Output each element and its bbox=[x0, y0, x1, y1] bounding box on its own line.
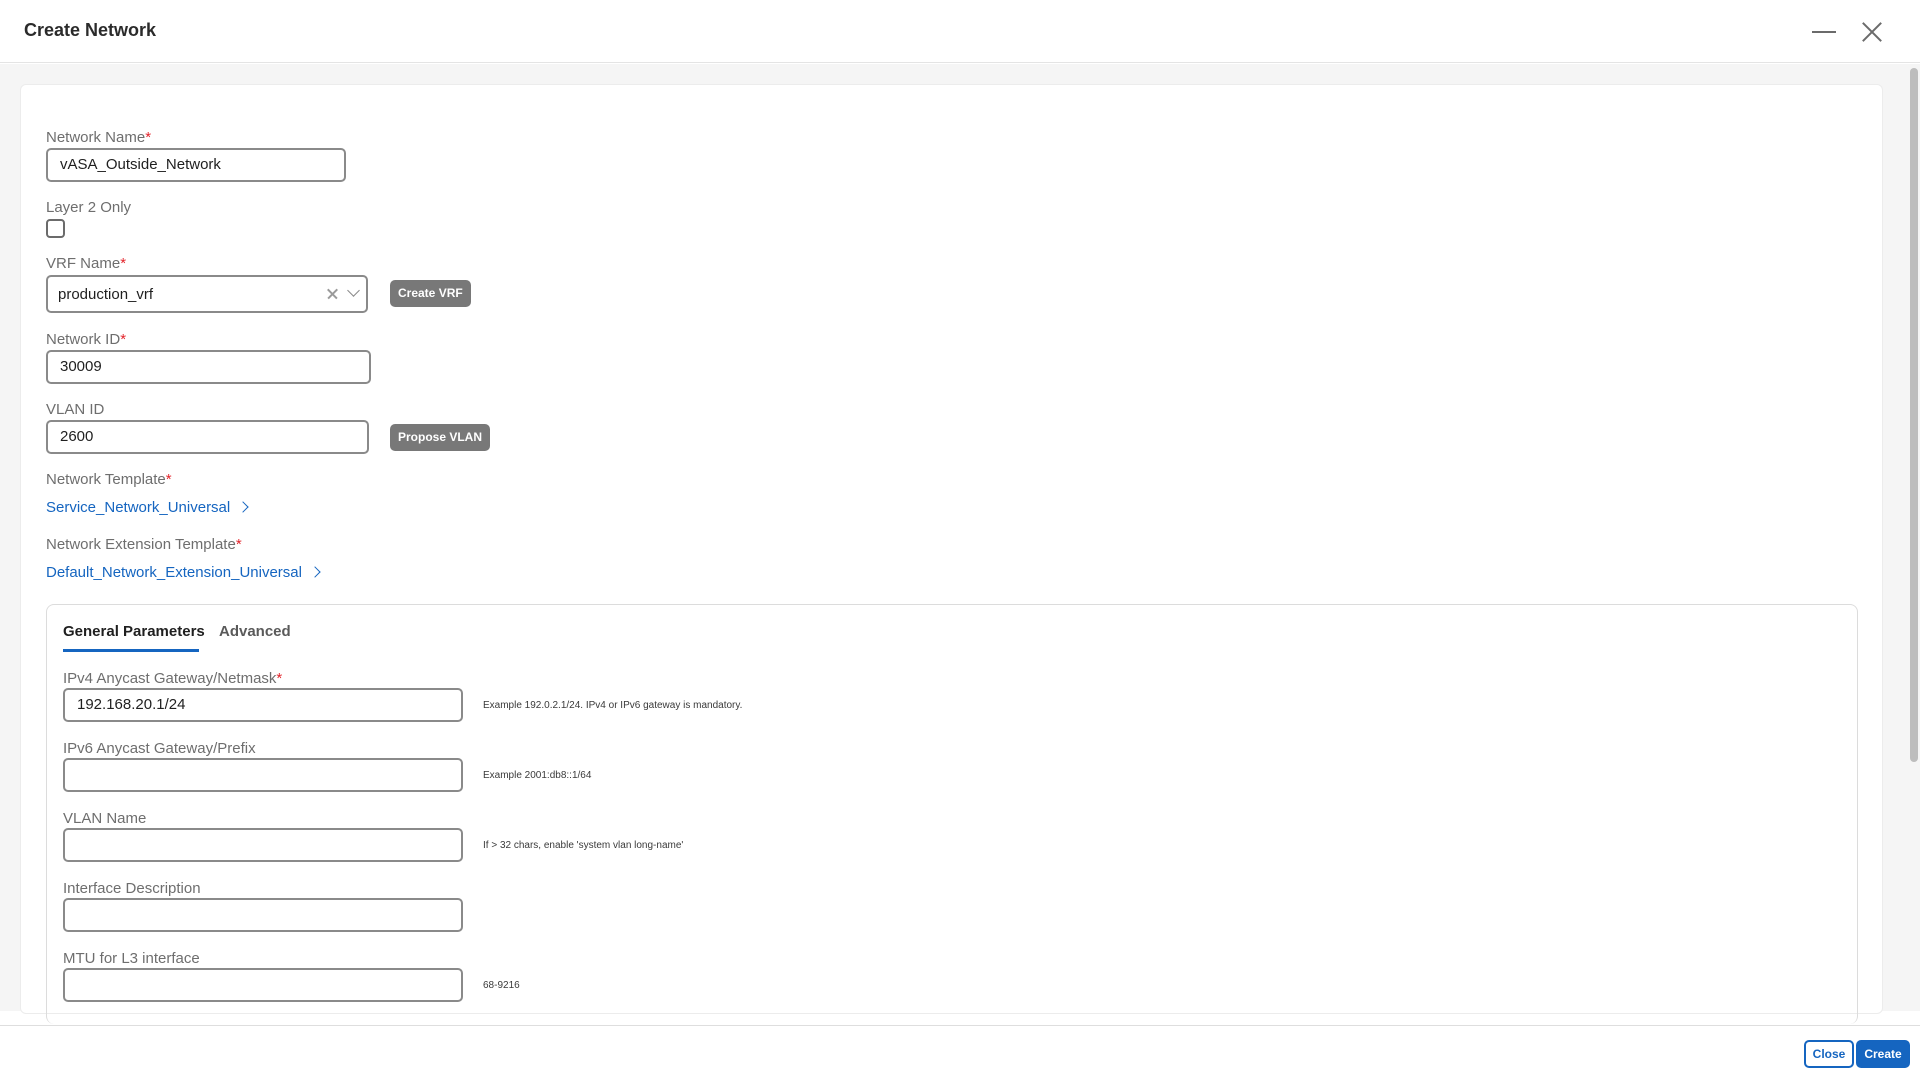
mtu-input[interactable] bbox=[63, 968, 463, 1002]
ipv6-gateway-hint: Example 2001:db8::1/64 bbox=[483, 770, 592, 781]
create-vrf-button[interactable]: Create VRF bbox=[390, 280, 471, 307]
vlan-name-label: VLAN Name bbox=[63, 810, 147, 827]
ipv4-gateway-hint: Example 192.0.2.1/24. IPv4 or IPv6 gatew… bbox=[483, 700, 743, 711]
chevron-down-icon[interactable] bbox=[346, 284, 362, 300]
vrf-name-select[interactable]: production_vrf bbox=[46, 275, 368, 313]
dialog-header: Create Network bbox=[0, 0, 1920, 63]
ipv6-gateway-input[interactable] bbox=[63, 758, 463, 792]
clear-icon[interactable] bbox=[324, 285, 342, 303]
ipv4-gateway-input[interactable]: 192.168.20.1/24 bbox=[63, 688, 463, 722]
create-button[interactable]: Create bbox=[1856, 1040, 1910, 1068]
network-template-label: Network Template* bbox=[46, 471, 172, 488]
tab-general-parameters[interactable]: General Parameters bbox=[63, 623, 205, 640]
chevron-right-icon bbox=[237, 501, 249, 513]
ipv6-gateway-label: IPv6 Anycast Gateway/Prefix bbox=[63, 740, 256, 757]
active-tab-indicator bbox=[63, 649, 199, 652]
interface-description-label: Interface Description bbox=[63, 880, 201, 897]
interface-description-input[interactable] bbox=[63, 898, 463, 932]
dialog-title: Create Network bbox=[24, 20, 157, 40]
minimize-icon[interactable] bbox=[1806, 14, 1842, 50]
network-extension-template-label: Network Extension Template* bbox=[46, 536, 242, 553]
vlan-name-hint: If > 32 chars, enable 'system vlan long-… bbox=[483, 840, 684, 851]
vlan-name-input[interactable] bbox=[63, 828, 463, 862]
network-id-input[interactable]: 30009 bbox=[46, 350, 371, 384]
mtu-label: MTU for L3 interface bbox=[63, 950, 200, 967]
network-extension-template-link[interactable]: Default_Network_Extension_Universal bbox=[46, 564, 321, 581]
chevron-right-icon bbox=[309, 566, 321, 578]
network-name-input[interactable]: vASA_Outside_Network bbox=[46, 148, 346, 182]
network-id-label: Network ID* bbox=[46, 331, 127, 348]
layer2-only-checkbox[interactable] bbox=[46, 219, 65, 238]
vlan-id-label: VLAN ID bbox=[46, 401, 105, 418]
tab-advanced[interactable]: Advanced bbox=[219, 623, 291, 640]
parameters-panel bbox=[46, 604, 1858, 1024]
network-name-label: Network Name* bbox=[46, 129, 152, 146]
layer2-only-label: Layer 2 Only bbox=[46, 199, 132, 216]
vrf-name-label: VRF Name* bbox=[46, 255, 127, 272]
propose-vlan-button[interactable]: Propose VLAN bbox=[390, 424, 491, 451]
network-template-link[interactable]: Service_Network_Universal bbox=[46, 499, 249, 516]
vlan-id-input[interactable]: 2600 bbox=[46, 420, 369, 454]
close-icon[interactable] bbox=[1854, 14, 1890, 50]
dialog-footer bbox=[0, 1025, 1920, 1080]
vrf-name-value: production_vrf bbox=[58, 286, 154, 303]
ipv4-gateway-label: IPv4 Anycast Gateway/Netmask* bbox=[63, 670, 283, 687]
scrollbar-thumb[interactable] bbox=[1910, 68, 1918, 762]
close-button[interactable]: Close bbox=[1804, 1040, 1854, 1068]
mtu-hint: 68-9216 bbox=[483, 980, 520, 991]
